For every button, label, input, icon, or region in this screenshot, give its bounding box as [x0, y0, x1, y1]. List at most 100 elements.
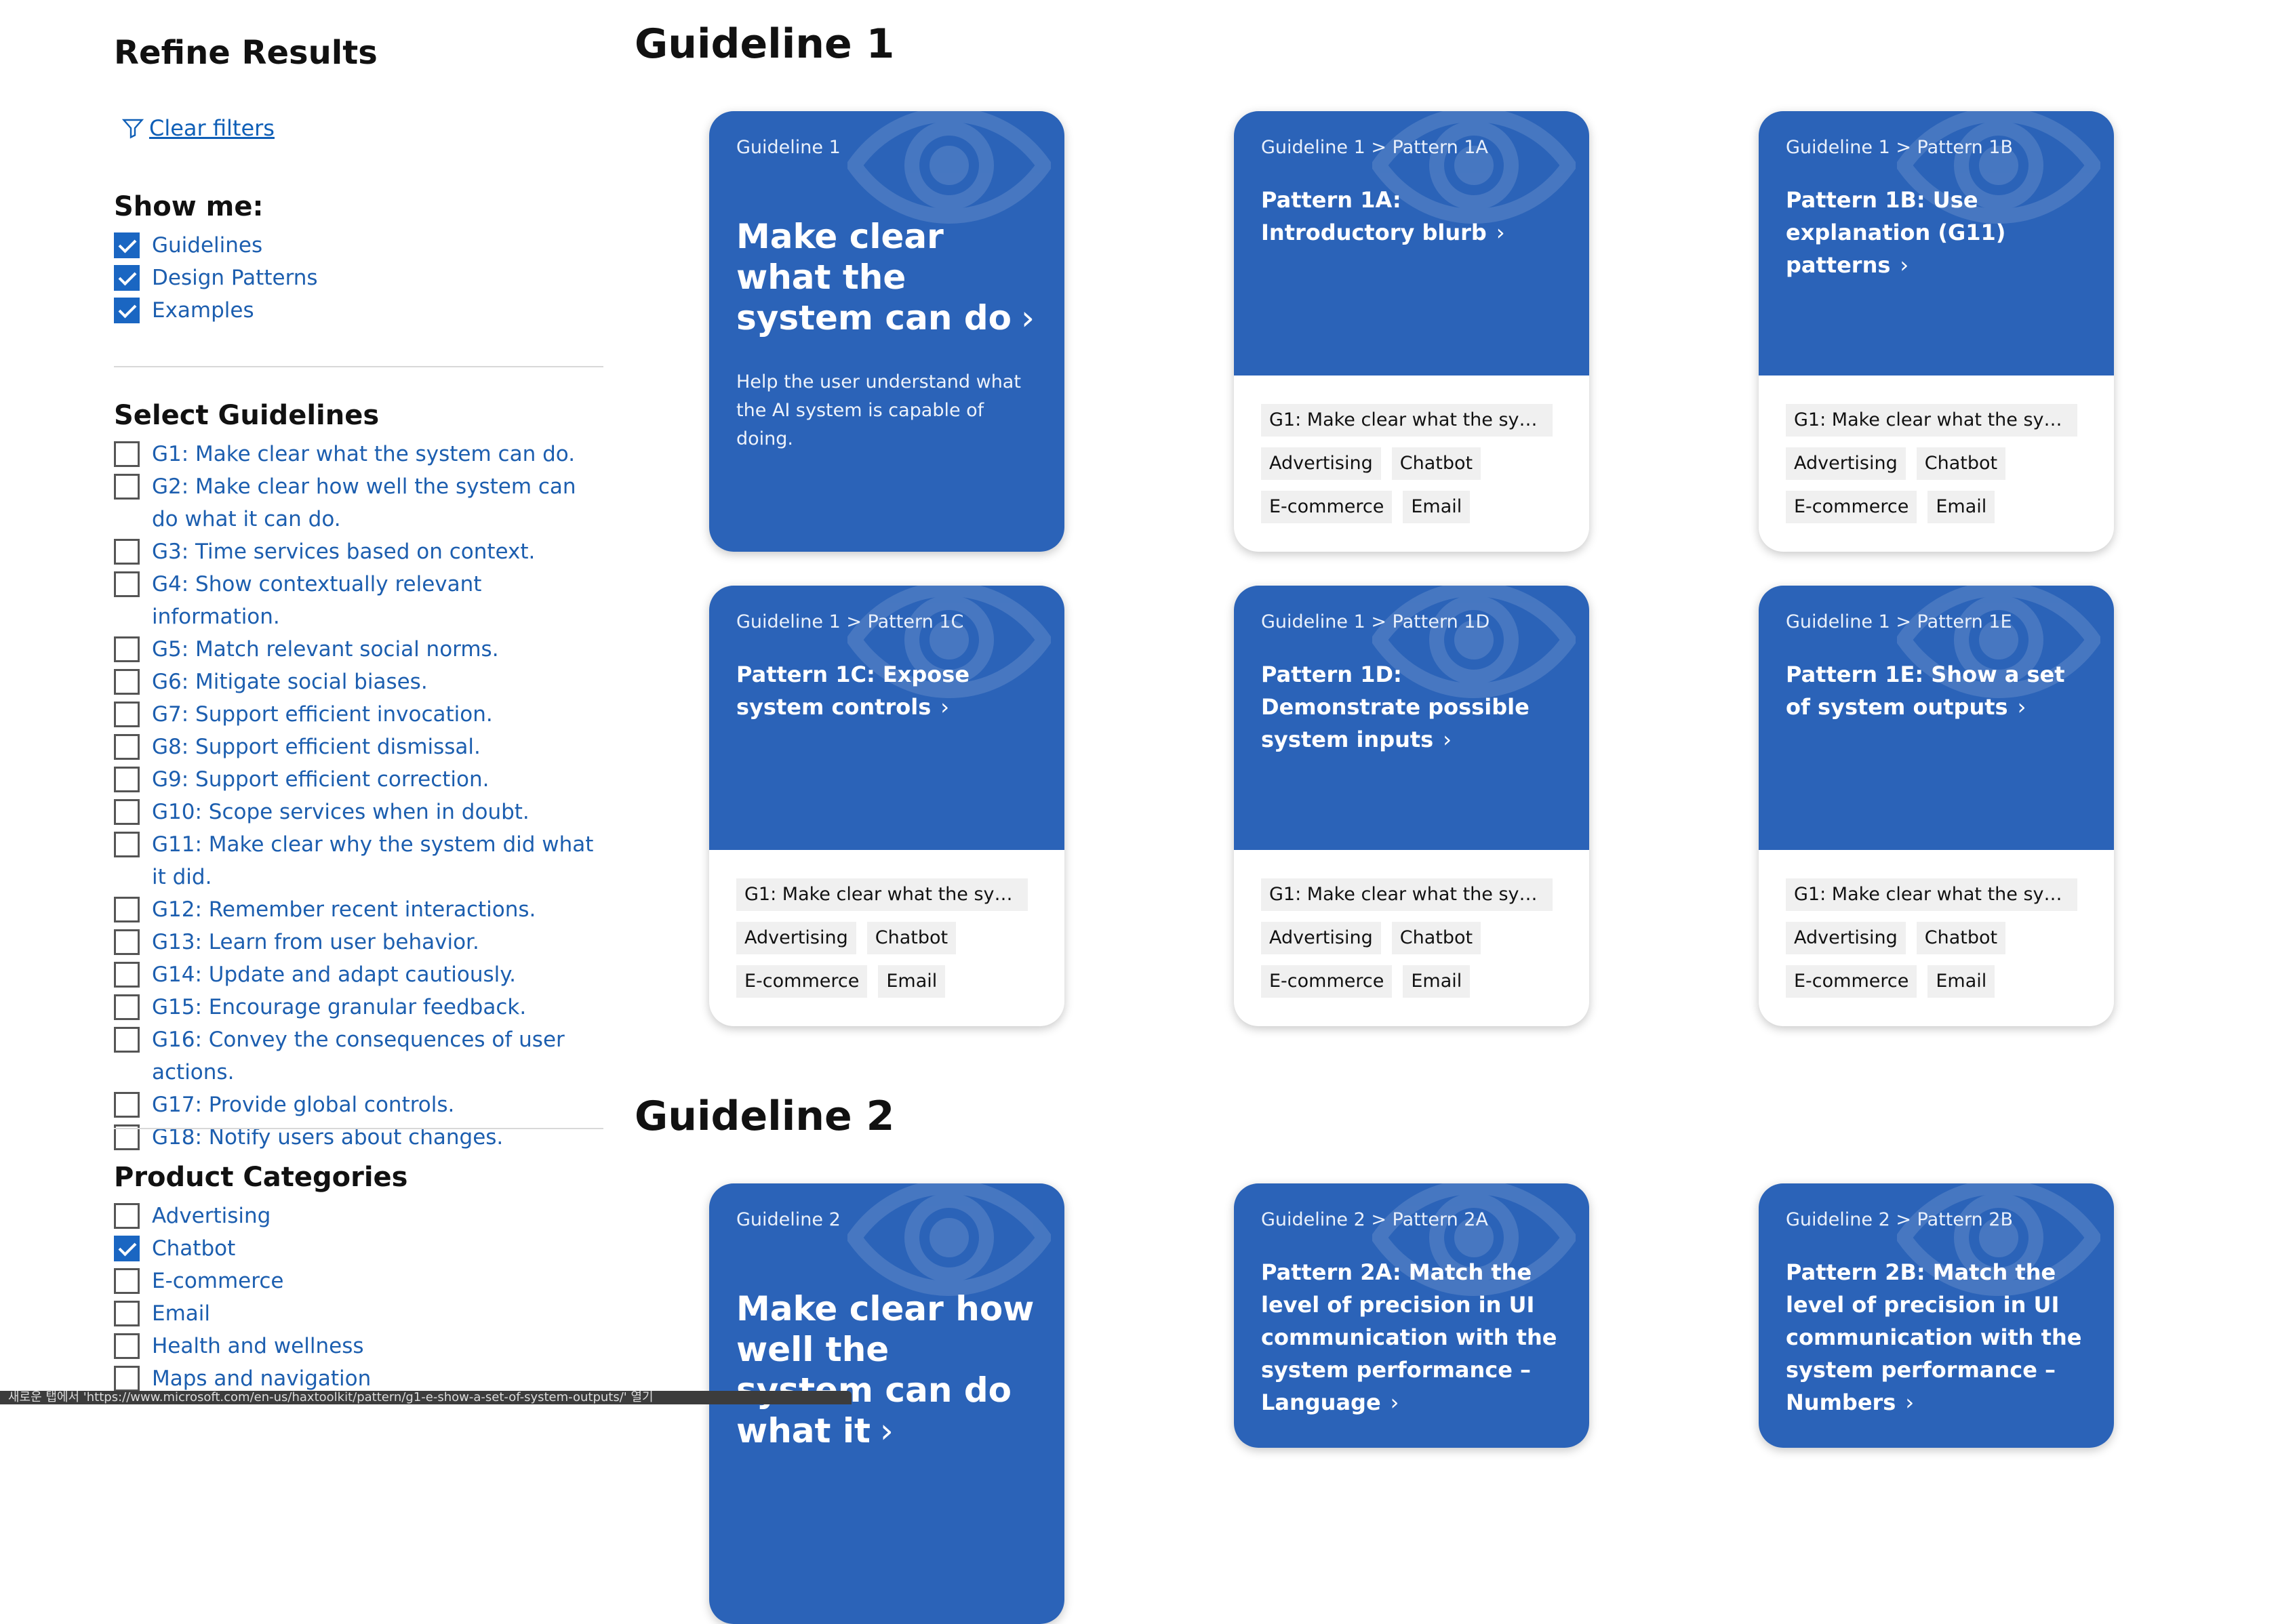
- category-tag: Chatbot: [1916, 922, 2006, 954]
- pattern-card[interactable]: Guideline 1 > Pattern 1C Pattern 1C: Expo…: [709, 586, 1064, 1026]
- checkbox-checked[interactable]: [114, 298, 140, 323]
- card-header: Guideline 1 > Pattern 1B Pattern 1B: Use …: [1759, 111, 2114, 375]
- checkbox[interactable]: [114, 441, 140, 467]
- show-me-option[interactable]: Design Patterns: [114, 262, 603, 294]
- category-tag: G1: Make clear what the syste...: [736, 878, 1028, 911]
- category-tag: E-commerce: [1786, 965, 1917, 998]
- category-option[interactable]: Email: [114, 1297, 603, 1330]
- guideline-option[interactable]: G12: Remember recent interactions.: [114, 893, 603, 926]
- guideline-label: G11: Make clear why the system did what …: [152, 832, 594, 889]
- category-option[interactable]: Chatbot: [114, 1232, 603, 1265]
- card-title[interactable]: Make clear how well the system can do wh…: [736, 1288, 1037, 1451]
- checkbox[interactable]: [114, 1268, 140, 1294]
- card-title-text: Pattern 1B: Use explanation (G11) patter…: [1786, 187, 2006, 278]
- card-title[interactable]: Pattern 2A: Match the level of precision…: [1261, 1256, 1562, 1419]
- guideline-option[interactable]: G17: Provide global controls.: [114, 1089, 603, 1121]
- checkbox[interactable]: [114, 1092, 140, 1118]
- guideline-option[interactable]: G16: Convey the consequences of user act…: [114, 1023, 603, 1089]
- checkbox[interactable]: [114, 962, 140, 988]
- checkbox[interactable]: [114, 702, 140, 727]
- checkbox[interactable]: [114, 897, 140, 922]
- checkbox-checked[interactable]: [114, 1236, 140, 1261]
- guideline-option[interactable]: G14: Update and adapt cautiously.: [114, 958, 603, 991]
- category-option[interactable]: Health and wellness: [114, 1330, 603, 1362]
- checkbox[interactable]: [114, 1027, 140, 1053]
- category-label: Health and wellness: [152, 1334, 364, 1358]
- category-tag: G1: Make clear what the syste...: [1786, 878, 2077, 911]
- guideline-option[interactable]: G18: Notify users about changes.: [114, 1121, 603, 1154]
- guideline-option[interactable]: G13: Learn from user behavior.: [114, 926, 603, 958]
- guideline-option[interactable]: G2: Make clear how well the system can d…: [114, 470, 603, 535]
- pattern-card[interactable]: Guideline 1 > Pattern 1A Pattern 1A: Intr…: [1234, 111, 1589, 552]
- guideline-label: G13: Learn from user behavior.: [152, 930, 479, 954]
- checkbox[interactable]: [114, 929, 140, 955]
- card-title[interactable]: Pattern 1C: Expose system controls ›: [736, 658, 1037, 723]
- pattern-card[interactable]: Guideline 2 > Pattern 2B Pattern 2B: Matc…: [1759, 1183, 2114, 1448]
- guideline-option[interactable]: G15: Encourage granular feedback.: [114, 991, 603, 1023]
- checkbox[interactable]: [114, 636, 140, 662]
- show-me-label: Design Patterns: [152, 266, 318, 290]
- guideline-option[interactable]: G11: Make clear why the system did what …: [114, 828, 603, 893]
- card-title[interactable]: Make clear what the system can do ›: [736, 216, 1037, 338]
- show-me-option[interactable]: Guidelines: [114, 229, 603, 262]
- checkbox[interactable]: [114, 1333, 140, 1359]
- guideline-label: G15: Encourage granular feedback.: [152, 995, 527, 1019]
- pattern-card[interactable]: Guideline 1 > Pattern 1D Pattern 1D: Demo…: [1234, 586, 1589, 1026]
- guideline-option[interactable]: G3: Time services based on context.: [114, 535, 603, 568]
- card-title-text: Pattern 1D: Demonstrate possible system …: [1261, 662, 1530, 752]
- category-option[interactable]: E-commerce: [114, 1265, 603, 1297]
- card-title[interactable]: Pattern 1A: Introductory blurb ›: [1261, 184, 1562, 249]
- show-me-heading: Show me:: [114, 191, 264, 222]
- guideline-option[interactable]: G10: Scope services when in doubt.: [114, 796, 603, 828]
- guideline-option[interactable]: G7: Support efficient invocation.: [114, 698, 603, 731]
- guideline-option[interactable]: G1: Make clear what the system can do.: [114, 438, 603, 470]
- checkbox[interactable]: [114, 832, 140, 857]
- pattern-card[interactable]: Guideline 1 > Pattern 1B Pattern 1B: Use …: [1759, 111, 2114, 552]
- card-title[interactable]: Pattern 2B: Match the level of precision…: [1786, 1256, 2087, 1419]
- checkbox[interactable]: [114, 1301, 140, 1326]
- checkbox-checked[interactable]: [114, 232, 140, 258]
- checkbox[interactable]: [114, 669, 140, 695]
- guideline-label: G17: Provide global controls.: [152, 1093, 455, 1117]
- card-breadcrumb: Guideline 1 > Pattern 1C: [736, 611, 964, 632]
- checkbox[interactable]: [114, 571, 140, 597]
- guideline-option[interactable]: G6: Mitigate social biases.: [114, 666, 603, 698]
- checkbox[interactable]: [114, 994, 140, 1020]
- card-title[interactable]: Pattern 1E: Show a set of system outputs…: [1786, 658, 2087, 723]
- category-option[interactable]: Advertising: [114, 1200, 603, 1232]
- category-option[interactable]: Maps and navigation: [114, 1362, 603, 1395]
- checkbox[interactable]: [114, 539, 140, 565]
- checkbox[interactable]: [114, 734, 140, 760]
- guideline-option[interactable]: G9: Support efficient correction.: [114, 763, 603, 796]
- checkbox[interactable]: [114, 1366, 140, 1392]
- card-breadcrumb: Guideline 2 > Pattern 2B: [1786, 1209, 2013, 1230]
- card-title[interactable]: Pattern 1B: Use explanation (G11) patter…: [1786, 184, 2087, 281]
- guideline-option[interactable]: G5: Match relevant social norms.: [114, 633, 603, 666]
- checkbox[interactable]: [114, 767, 140, 792]
- chevron-right-icon: ›: [1020, 298, 1035, 338]
- category-tag: Advertising: [1261, 922, 1381, 954]
- category-tag: Chatbot: [1391, 447, 1481, 480]
- pattern-card[interactable]: Guideline 2 > Pattern 2A Pattern 2A: Matc…: [1234, 1183, 1589, 1448]
- clear-filters-link[interactable]: Clear filters: [121, 115, 275, 141]
- pattern-card[interactable]: Guideline 1 > Pattern 1E Pattern 1E: Show…: [1759, 586, 2114, 1026]
- select-guidelines-heading: Select Guidelines: [114, 400, 380, 431]
- checkbox[interactable]: [114, 474, 140, 500]
- guideline-option[interactable]: G4: Show contextually relevant informati…: [114, 568, 603, 633]
- clear-filters-label: Clear filters: [149, 115, 275, 141]
- checkbox[interactable]: [114, 1203, 140, 1229]
- guideline-label: G8: Support efficient dismissal.: [152, 735, 481, 759]
- category-tag: E-commerce: [1261, 965, 1393, 998]
- card-breadcrumb: Guideline 1 > Pattern 1A: [1261, 137, 1488, 158]
- card-tags: G1: Make clear what the syste... Advertis…: [1234, 850, 1589, 1026]
- checkbox[interactable]: [114, 799, 140, 825]
- guideline-option[interactable]: G8: Support efficient dismissal.: [114, 731, 603, 763]
- show-me-option[interactable]: Examples: [114, 294, 603, 327]
- card-title[interactable]: Pattern 1D: Demonstrate possible system …: [1261, 658, 1562, 756]
- guideline-card[interactable]: Guideline 1 Make clear what the system ca…: [709, 111, 1064, 552]
- checkbox-checked[interactable]: [114, 265, 140, 291]
- guideline-label: G7: Support efficient invocation.: [152, 702, 493, 727]
- category-label: Maps and navigation: [152, 1366, 372, 1391]
- categories-list: Advertising Chatbot E-commerce Email Health …: [114, 1200, 603, 1395]
- category-tag: Email: [1403, 491, 1471, 523]
